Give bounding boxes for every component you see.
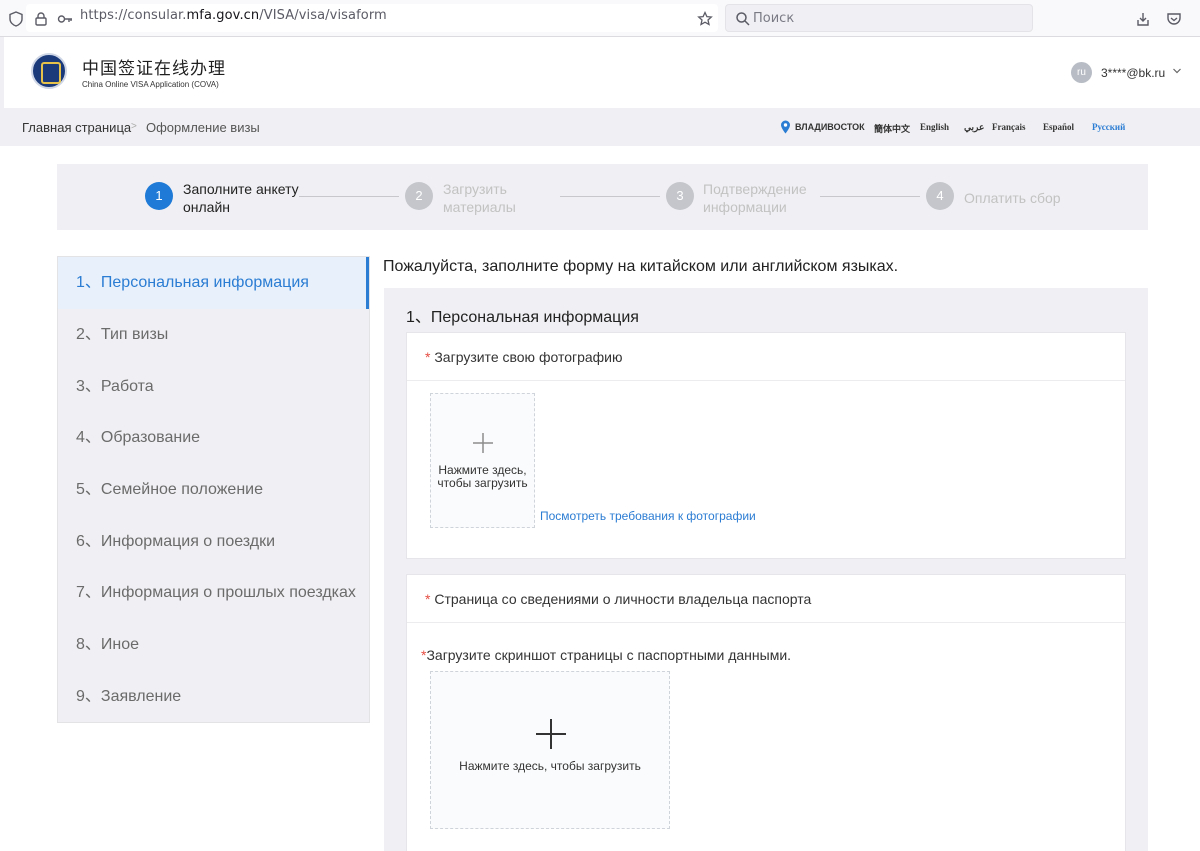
user-email[interactable]: 3****@bk.ru (1101, 66, 1165, 80)
card-header: * Загрузите свою фотографию (407, 333, 1125, 381)
nav-item-past-trips[interactable]: 7、Информация о прошлых поездках (58, 567, 369, 619)
step-4-label: Оплатить сбор (964, 190, 1061, 206)
photo-upload-area[interactable]: Нажмите здесь, чтобы загрузить (430, 393, 535, 528)
breadcrumb-separator: > (131, 121, 137, 132)
step-connector (299, 196, 399, 197)
section-title: 1、Персональная информация (406, 309, 639, 326)
passport-card-title: * Страница со сведениями о личности влад… (425, 591, 811, 607)
progress-stepper: 1 Заполните анкету онлайн 2 Загрузить ма… (57, 164, 1148, 230)
url-path: /VISA/visa/visaform (259, 8, 387, 23)
search-placeholder: Поиск (753, 11, 795, 26)
location-pin-icon (781, 120, 790, 134)
nav-item-personal[interactable]: 1、Персональная информация (58, 257, 369, 309)
site-title[interactable]: 中国签证在线办理 (82, 54, 226, 79)
user-avatar[interactable]: ru (1071, 62, 1092, 83)
location-label[interactable]: ВЛАДИВОСТОК (795, 122, 865, 132)
step-2-label: Загрузить материалы (443, 181, 516, 215)
bookmark-star-icon[interactable] (696, 10, 714, 28)
step-1-number: 1 (145, 182, 173, 210)
step-connector (560, 196, 660, 197)
form-language-hint: Пожалуйста, заполните форму на китайском… (383, 258, 899, 275)
step-2-number: 2 (405, 182, 433, 210)
plus-icon (536, 719, 566, 749)
consular-logo[interactable] (31, 53, 67, 89)
pocket-icon[interactable] (1165, 10, 1183, 28)
url-text[interactable]: https://consular.mfa.gov.cn/VISA/visa/vi… (80, 8, 387, 23)
required-mark: * (425, 349, 431, 365)
photo-card-title-text: Загрузите свою фотографию (434, 349, 623, 365)
passport-upload-card: * Страница со сведениями о личности влад… (406, 574, 1126, 851)
lang-ru[interactable]: Русский (1092, 122, 1125, 132)
lang-zh[interactable]: 簡体中文 (874, 122, 910, 135)
chevron-down-icon[interactable] (1172, 66, 1182, 76)
plus-icon (473, 433, 493, 453)
photo-card-title: * Загрузите свою фотографию (425, 349, 623, 365)
step-connector (820, 196, 920, 197)
photo-upload-card: * Загрузите свою фотографию Нажмите здес… (406, 332, 1126, 559)
photo-upload-text: Нажмите здесь, чтобы загрузить (437, 463, 528, 490)
card-header: * Страница со сведениями о личности влад… (407, 575, 1125, 623)
site-subtitle: China Online VISA Application (COVA) (82, 80, 219, 89)
passport-card-title-text: Страница со сведениями о личности владел… (434, 591, 812, 607)
lang-fr[interactable]: Français (992, 122, 1026, 132)
lang-es[interactable]: Español (1043, 122, 1074, 132)
shield-icon[interactable] (7, 10, 25, 28)
nav-item-trip[interactable]: 6、Информация о поездки (58, 516, 369, 568)
lang-ar[interactable]: عربي (964, 122, 984, 133)
form-section-nav: 1、Персональная информация 2、Тип визы 3、Р… (57, 256, 370, 723)
browser-toolbar: https://consular.mfa.gov.cn/VISA/visa/vi… (0, 0, 1200, 37)
nav-item-visa-type[interactable]: 2、Тип визы (58, 309, 369, 361)
search-icon (736, 12, 750, 26)
site-header: 中国签证在线办理 China Online VISA Application (… (4, 37, 1200, 108)
nav-item-family[interactable]: 5、Семейное положение (58, 464, 369, 516)
nav-item-work[interactable]: 3、Работа (58, 361, 369, 413)
save-to-pocket-icon[interactable] (1134, 10, 1152, 28)
passport-upload-label: *Загрузите скриншот страницы с паспортны… (421, 647, 791, 663)
key-icon[interactable] (56, 10, 74, 28)
nav-item-education[interactable]: 4、Образование (58, 412, 369, 464)
lang-en[interactable]: English (920, 122, 949, 132)
nav-item-declaration[interactable]: 9、Заявление (58, 671, 369, 723)
nav-item-other[interactable]: 8、Иное (58, 619, 369, 671)
breadcrumb: Главная страница > Оформление визы ВЛАДИ… (0, 108, 1200, 146)
passport-upload-text: Нажмите здесь, чтобы загрузить (459, 759, 641, 773)
passport-upload-label-text: Загрузите скриншот страницы с паспортным… (426, 647, 792, 663)
url-domain: mfa.gov.cn (186, 8, 260, 23)
passport-upload-area[interactable]: Нажмите здесь, чтобы загрузить (430, 671, 670, 829)
lock-icon[interactable] (32, 10, 50, 28)
required-mark: * (425, 591, 431, 607)
step-3-label: Подтверждение информации (703, 181, 807, 215)
main-panel: 1 Заполните анкету онлайн 2 Загрузить ма… (0, 146, 1200, 851)
step-3-number: 3 (666, 182, 694, 210)
breadcrumb-home[interactable]: Главная страница (22, 120, 131, 135)
step-1-label: Заполните анкету онлайн (183, 181, 299, 215)
breadcrumb-current: Оформление визы (146, 120, 260, 135)
url-prefix: https://consular. (80, 8, 187, 23)
step-4-number: 4 (926, 182, 954, 210)
photo-requirements-link[interactable]: Посмотреть требования к фотографии (540, 509, 756, 523)
